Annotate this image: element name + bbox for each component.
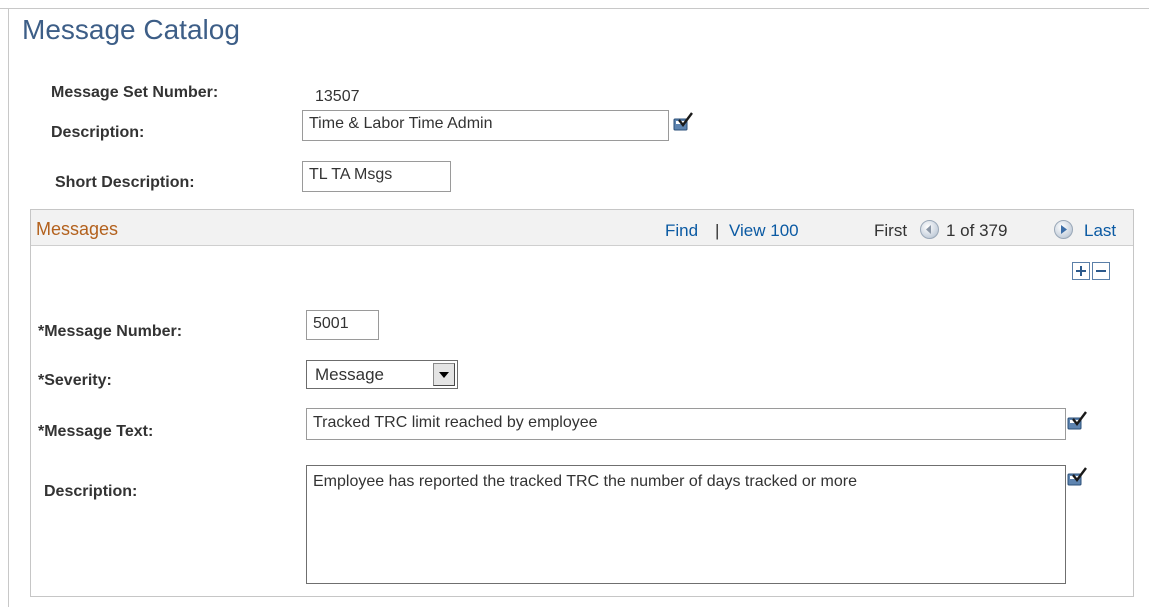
link-separator: | [715, 221, 720, 240]
short-description-label: Short Description: [55, 174, 195, 191]
pagination-count: 1 of 379 [946, 221, 1008, 240]
page-top-border [0, 8, 1149, 9]
message-set-number-label: Message Set Number: [51, 84, 219, 101]
spell-check-icon[interactable] [1066, 466, 1088, 488]
first-label: First [874, 221, 908, 240]
messages-group-title: Messages [36, 219, 119, 239]
short-description-input[interactable]: TL TA Msgs [302, 161, 451, 192]
spell-check-icon[interactable] [672, 111, 694, 133]
message-text-input[interactable]: Tracked TRC limit reached by employee [306, 408, 1066, 440]
previous-arrow-icon[interactable] [920, 220, 939, 239]
message-description-label: Description: [44, 483, 138, 500]
severity-selected-value: Message [315, 365, 384, 384]
chevron-down-icon[interactable] [433, 363, 455, 386]
spell-check-icon[interactable] [1066, 410, 1088, 432]
add-row-icon[interactable] [1072, 262, 1090, 280]
description-input[interactable]: Time & Labor Time Admin [302, 110, 669, 141]
view-100-link[interactable]: View 100 [729, 221, 799, 241]
page-title: Message Catalog [22, 14, 240, 45]
last-link[interactable]: Last [1084, 221, 1116, 241]
severity-select[interactable]: Message [306, 360, 458, 389]
message-description-textarea[interactable]: Employee has reported the tracked TRC th… [306, 465, 1066, 584]
message-number-input[interactable]: 5001 [306, 310, 379, 340]
message-number-label: *Message Number: [38, 323, 183, 340]
message-set-number-value: 13507 [315, 88, 360, 105]
description-label: Description: [51, 124, 145, 141]
severity-label: *Severity: [38, 372, 112, 389]
find-link[interactable]: Find [665, 221, 698, 241]
next-arrow-icon[interactable] [1054, 220, 1073, 239]
page-left-border [8, 8, 9, 607]
delete-row-icon[interactable] [1092, 262, 1110, 280]
message-text-label: *Message Text: [38, 423, 154, 440]
